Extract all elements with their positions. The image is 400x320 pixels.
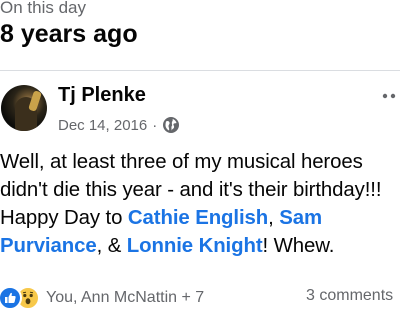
avatar-accent [28, 90, 42, 112]
post-body: Well, at least three of my musical heroe… [0, 148, 398, 260]
reactions-bar[interactable]: You, Ann McNattin + 7 [0, 286, 204, 310]
post-text: ! Whew. [262, 235, 335, 257]
globe-icon [163, 117, 180, 133]
reaction-names[interactable]: You, Ann McNattin + 7 [46, 289, 204, 307]
memory-years-ago: 8 years ago [0, 20, 138, 48]
divider [0, 70, 400, 71]
tag-lonnie-knight[interactable]: Lonnie Knight [127, 235, 263, 257]
post-meta: Dec 14, 2016 · [58, 115, 180, 135]
thumbs-up-icon [5, 292, 16, 303]
more-options-icon[interactable] [378, 88, 400, 104]
memory-label: On this day [0, 0, 86, 17]
meta-separator: · [152, 116, 158, 134]
post-date[interactable]: Dec 14, 2016 [58, 117, 147, 134]
author-name[interactable]: Tj Plenke [58, 84, 146, 107]
tag-cathie-english[interactable]: Cathie English [128, 207, 268, 229]
memory-card: On this day 8 years ago Tj Plenke Dec 14… [0, 0, 400, 320]
post-text: , & [96, 235, 127, 257]
comments-count[interactable]: 3 comments [306, 287, 393, 305]
like-icon [0, 286, 22, 310]
post-text: , [268, 207, 280, 229]
avatar[interactable] [1, 85, 47, 131]
